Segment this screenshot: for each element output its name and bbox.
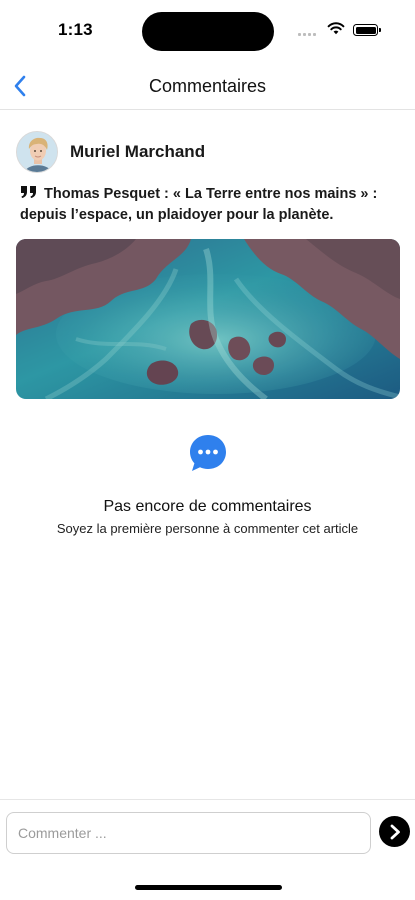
home-indicator [135,885,282,890]
battery-icon [353,24,381,36]
comments-screen: 1:13 Commentaires Muriel Marchand Thomas… [0,0,415,900]
comment-input[interactable] [6,812,371,854]
page-title: Commentaires [148,76,267,96]
post-author: Muriel Marchand [16,130,205,174]
comment-composer [0,799,415,859]
send-arrow-icon [390,824,400,839]
cellular-signal-icon [298,28,320,36]
wifi-icon [327,22,345,35]
empty-comments-state: Pas encore de commentaires Soyez la prem… [0,433,415,536]
comment-bubble-icon [189,435,226,471]
empty-state-subtitle: Soyez la première personne à commenter c… [56,521,359,536]
status-time: 1:13 [58,20,93,39]
status-bar: 1:13 [0,0,415,62]
author-name[interactable]: Muriel Marchand [70,142,205,162]
article-image[interactable] [16,239,400,399]
send-button[interactable] [379,816,410,847]
navigation-bar: Commentaires [0,62,415,110]
article-title-text: Thomas Pesquet : « La Terre entre nos ma… [20,186,378,223]
article-title[interactable]: Thomas Pesquet : « La Terre entre nos ma… [20,184,400,226]
dynamic-island [142,12,274,51]
empty-state-title: Pas encore de commentaires [103,498,312,515]
avatar[interactable] [16,131,58,173]
quote-icon [21,186,36,198]
